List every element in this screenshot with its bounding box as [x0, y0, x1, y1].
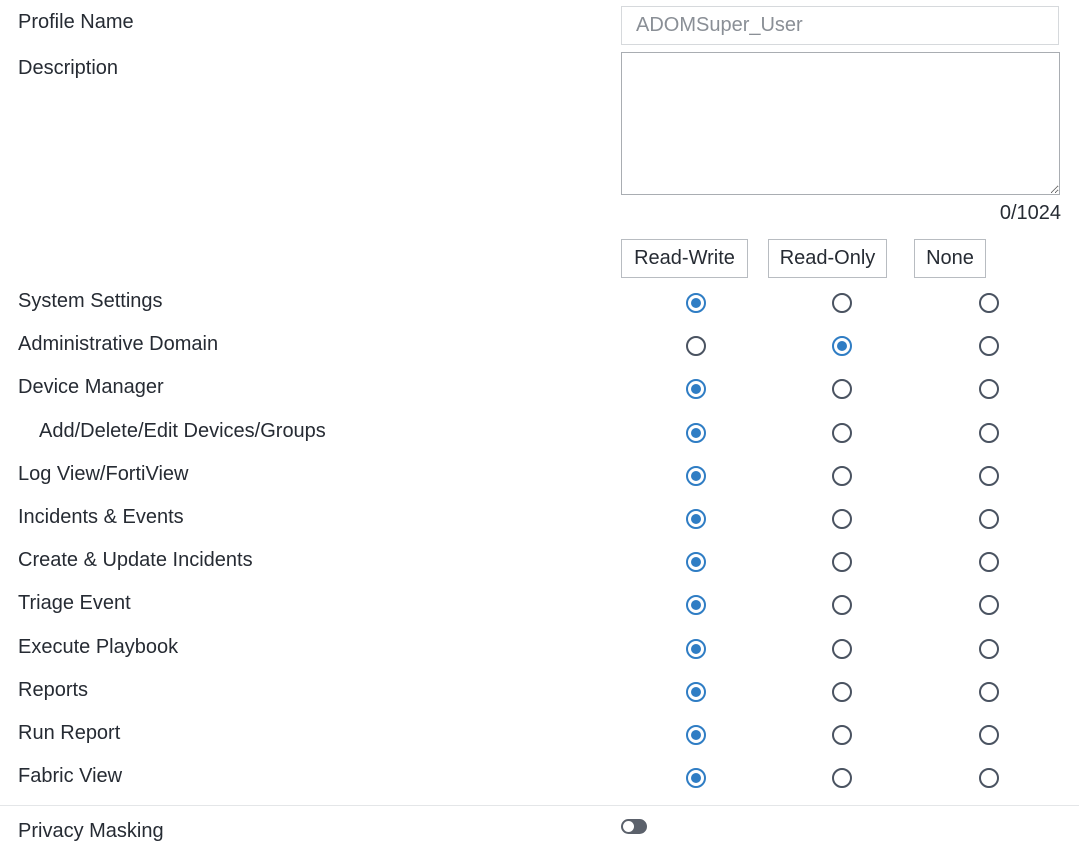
radio-read-only[interactable] — [832, 422, 852, 443]
radio-read-only[interactable] — [832, 336, 852, 357]
radio-read-write[interactable] — [686, 293, 706, 313]
radio-none[interactable] — [979, 595, 999, 616]
radio-none[interactable] — [979, 725, 999, 745]
radio-none[interactable] — [979, 379, 999, 400]
toggle-knob — [623, 821, 634, 832]
radio-read-write[interactable] — [686, 336, 706, 357]
permission-label: Triage Event — [18, 592, 131, 615]
description-char-counter: 0/1024 — [999, 202, 1061, 224]
radio-read-write[interactable] — [686, 465, 706, 486]
radio-none[interactable] — [979, 293, 999, 313]
radio-read-write[interactable] — [686, 768, 706, 789]
section-divider — [0, 805, 1079, 806]
permission-label: Incidents & Events — [18, 506, 184, 528]
permission-label: Execute Playbook — [18, 635, 179, 658]
radio-none[interactable] — [979, 638, 999, 659]
column-header-read-only[interactable]: Read-Only — [768, 239, 887, 278]
radio-read-only[interactable] — [832, 379, 852, 400]
permission-label: Create & Update Incidents — [18, 549, 253, 572]
radio-read-write[interactable] — [686, 509, 706, 529]
radio-none[interactable] — [979, 509, 999, 529]
radio-read-write[interactable] — [686, 552, 706, 573]
column-header-none[interactable]: None — [914, 239, 986, 278]
permission-label: Fabric View — [18, 765, 123, 788]
radio-none[interactable] — [979, 465, 999, 486]
radio-read-only[interactable] — [832, 465, 852, 486]
permission-label: Device Manager — [18, 376, 164, 399]
radio-read-only[interactable] — [832, 768, 852, 789]
radio-read-write[interactable] — [686, 595, 706, 616]
privacy-masking-toggle[interactable] — [621, 819, 647, 834]
radio-none[interactable] — [979, 336, 999, 357]
radio-read-only[interactable] — [832, 725, 852, 745]
description-label: Description — [18, 57, 119, 79]
radio-read-only[interactable] — [832, 638, 852, 659]
permission-label: Add/Delete/Edit Devices/Groups — [39, 419, 326, 442]
profile-name-input[interactable] — [621, 6, 1059, 45]
permission-label: Reports — [18, 678, 89, 701]
radio-read-only[interactable] — [832, 681, 852, 702]
permission-label: Run Report — [18, 722, 121, 744]
permission-label: System Settings — [18, 290, 163, 312]
radio-read-only[interactable] — [832, 293, 852, 313]
radio-read-write[interactable] — [686, 725, 706, 745]
radio-read-write[interactable] — [686, 379, 706, 400]
column-header-read-write[interactable]: Read-Write — [621, 239, 748, 278]
radio-none[interactable] — [979, 422, 999, 443]
profile-name-label: Profile Name — [18, 11, 134, 33]
radio-none[interactable] — [979, 552, 999, 573]
privacy-masking-label: Privacy Masking — [18, 820, 164, 842]
radio-read-only[interactable] — [832, 509, 852, 529]
permission-label: Log View/FortiView — [18, 462, 189, 485]
radio-none[interactable] — [979, 768, 999, 789]
description-textarea[interactable] — [621, 52, 1060, 195]
permission-label: Administrative Domain — [18, 333, 219, 356]
radio-read-write[interactable] — [686, 638, 706, 659]
radio-read-only[interactable] — [832, 552, 852, 573]
radio-read-write[interactable] — [686, 422, 706, 443]
radio-read-write[interactable] — [686, 681, 706, 702]
radio-none[interactable] — [979, 681, 999, 702]
radio-read-only[interactable] — [832, 595, 852, 616]
